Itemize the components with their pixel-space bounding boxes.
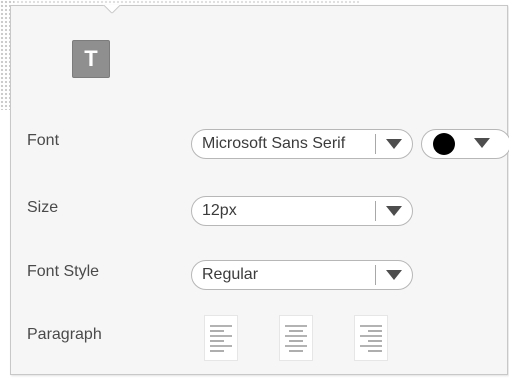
font-style-select[interactable]: Regular — [191, 260, 413, 290]
align-right-icon — [360, 325, 382, 352]
size-label: Size — [27, 199, 59, 216]
align-left-button[interactable] — [204, 315, 238, 361]
text-tool-button[interactable]: T — [72, 40, 110, 78]
font-size-select[interactable]: 12px — [191, 196, 413, 226]
align-center-button[interactable] — [279, 315, 313, 361]
text-format-icon: T — [84, 46, 98, 71]
text-properties-popover: T Font Microsoft Sans Serif Size 12px Fo… — [10, 5, 509, 375]
font-style-label: Font Style — [27, 263, 100, 280]
font-label: Font — [27, 132, 60, 149]
chevron-down-icon[interactable] — [474, 135, 509, 153]
font-color-swatch — [433, 133, 455, 155]
chevron-down-icon[interactable] — [376, 196, 412, 226]
chevron-down-icon[interactable] — [376, 260, 412, 290]
align-right-button[interactable] — [354, 315, 388, 361]
font-style-value: Regular — [202, 266, 259, 283]
font-family-select[interactable]: Microsoft Sans Serif — [191, 129, 413, 159]
chevron-down-icon[interactable] — [376, 129, 412, 159]
text-properties-screen: T Font Microsoft Sans Serif Size 12px Fo… — [0, 0, 509, 381]
font-size-value: 12px — [202, 202, 237, 219]
align-left-icon — [210, 325, 232, 352]
paragraph-label: Paragraph — [27, 326, 102, 343]
font-color-select[interactable] — [421, 129, 509, 159]
font-family-value: Microsoft Sans Serif — [202, 135, 346, 152]
align-center-icon — [285, 325, 307, 352]
